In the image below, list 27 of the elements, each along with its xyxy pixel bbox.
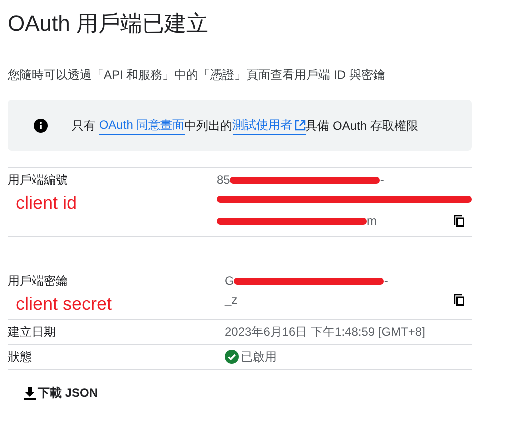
notice-text: 中列出的 (184, 118, 233, 134)
download-button[interactable]: 下載 JSON (22, 380, 100, 406)
copy-icon[interactable] (452, 293, 466, 307)
link[interactable]: 測試使用者 (232, 116, 306, 135)
status-text: 已啟用 (241, 349, 277, 366)
annotation-text: client id (15, 192, 78, 214)
copy-icon[interactable] (452, 214, 466, 228)
field-value: 85 (217, 172, 230, 189)
link[interactable]: OAuth 同意畫面 (99, 116, 185, 135)
page-title: OAuth 用戶端已建立 (8, 10, 210, 38)
annotation-text: client secret (15, 293, 114, 315)
field-label: 用戶端密鑰 (8, 273, 69, 289)
field-value: - (380, 172, 384, 189)
notice-text: 只有 (72, 118, 97, 134)
field-value: 2023年6月16日 下午1:48:59 [GMT+8] (225, 324, 426, 341)
notice-text: 具備 OAuth 存取權限 (306, 118, 418, 134)
info-icon (34, 118, 48, 132)
field-label: 狀態 (8, 349, 33, 365)
check-circle-icon (225, 350, 239, 364)
field-value: _z (225, 292, 238, 309)
field-value: m (367, 213, 377, 230)
download-icon (24, 386, 36, 400)
field-value: G (225, 273, 234, 290)
description-text: 您隨時可以透過「API 和服務」中的「憑證」頁面查看用戶端 ID 與密鑰 (8, 67, 386, 84)
field-label: 用戶端編號 (8, 172, 69, 188)
field-value: - (384, 273, 388, 290)
field-label: 建立日期 (8, 324, 57, 340)
